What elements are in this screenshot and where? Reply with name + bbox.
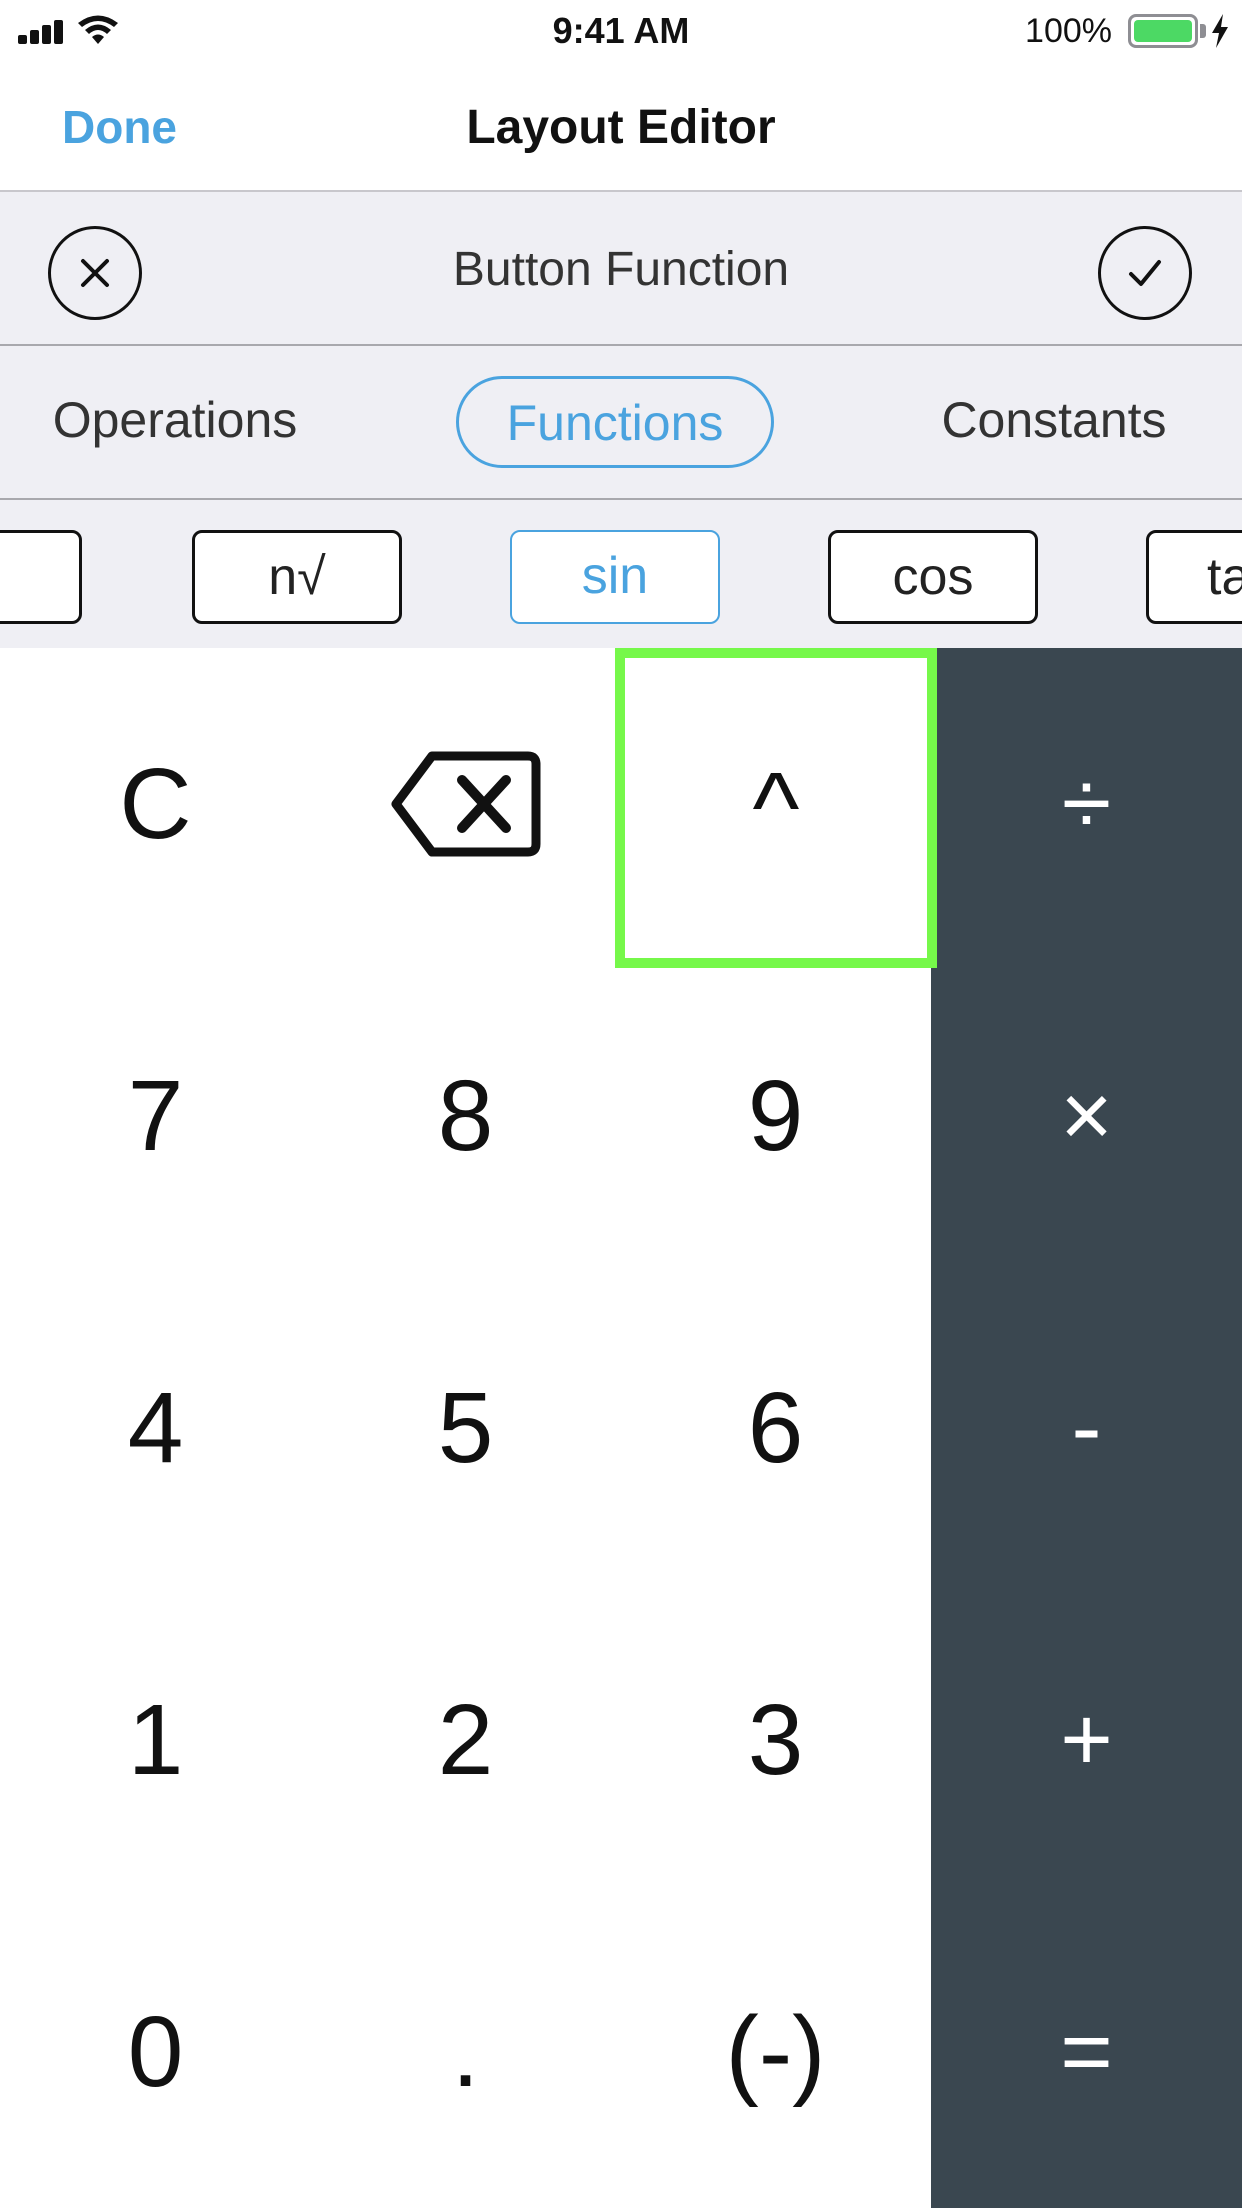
button-function-header: Button Function <box>0 192 1242 346</box>
editor-title: Button Function <box>452 243 790 296</box>
backspace-icon <box>391 751 540 857</box>
tab-functions[interactable]: Functions <box>456 376 774 468</box>
function-chip[interactable] <box>0 530 82 624</box>
function-chip-nth-root[interactable]: n√ <box>192 530 402 624</box>
key-divide[interactable]: ÷ <box>931 648 1242 960</box>
key-2[interactable]: 2 <box>310 1584 621 1896</box>
battery-tip <box>1200 24 1206 38</box>
key-4[interactable]: 4 <box>0 1272 311 1584</box>
function-chip-tan[interactable]: ta <box>1146 530 1242 624</box>
function-chip-cos[interactable]: cos <box>828 530 1038 624</box>
charging-bolt-icon <box>1212 14 1228 48</box>
key-8[interactable]: 8 <box>310 960 621 1272</box>
key-0[interactable]: 0 <box>0 1896 311 2208</box>
key-decimal[interactable]: . <box>310 1896 621 2208</box>
key-power[interactable]: ^ <box>615 648 937 968</box>
battery-level-fill <box>1134 20 1192 42</box>
key-negate[interactable]: (-) <box>620 1896 931 2208</box>
key-9[interactable]: 9 <box>620 960 931 1272</box>
key-6[interactable]: 6 <box>620 1272 931 1584</box>
key-add[interactable]: + <box>931 1584 1242 1896</box>
key-multiply[interactable]: × <box>931 960 1242 1272</box>
key-7[interactable]: 7 <box>0 960 311 1272</box>
key-1[interactable]: 1 <box>0 1584 311 1896</box>
key-5[interactable]: 5 <box>310 1272 621 1584</box>
status-bar: 9:41 AM 100% <box>0 0 1242 62</box>
confirm-button[interactable] <box>1098 226 1192 320</box>
battery-percent: 100% <box>1025 12 1112 50</box>
key-3[interactable]: 3 <box>620 1584 931 1896</box>
key-clear[interactable]: C <box>0 648 311 960</box>
category-tabs: Operations Functions Constants <box>0 346 1242 500</box>
key-backspace[interactable] <box>310 648 621 960</box>
page-title: Layout Editor <box>466 101 776 154</box>
function-chip-sin[interactable]: sin <box>510 530 720 624</box>
function-chip-row[interactable]: n√ sin cos ta <box>0 500 1242 648</box>
key-equals[interactable]: = <box>931 1896 1242 2208</box>
calculator-keypad: C ^ ÷ 7 8 9 × 4 5 6 - 1 2 3 + 0 . (-) = <box>0 648 1242 2208</box>
tab-constants[interactable]: Constants <box>904 376 1204 468</box>
done-button[interactable]: Done <box>62 100 177 154</box>
key-subtract[interactable]: - <box>931 1272 1242 1584</box>
battery-icon <box>1128 14 1198 48</box>
checkmark-icon <box>1129 260 1161 286</box>
tab-operations[interactable]: Operations <box>20 376 330 468</box>
navigation-bar: Done Layout Editor <box>0 62 1242 192</box>
